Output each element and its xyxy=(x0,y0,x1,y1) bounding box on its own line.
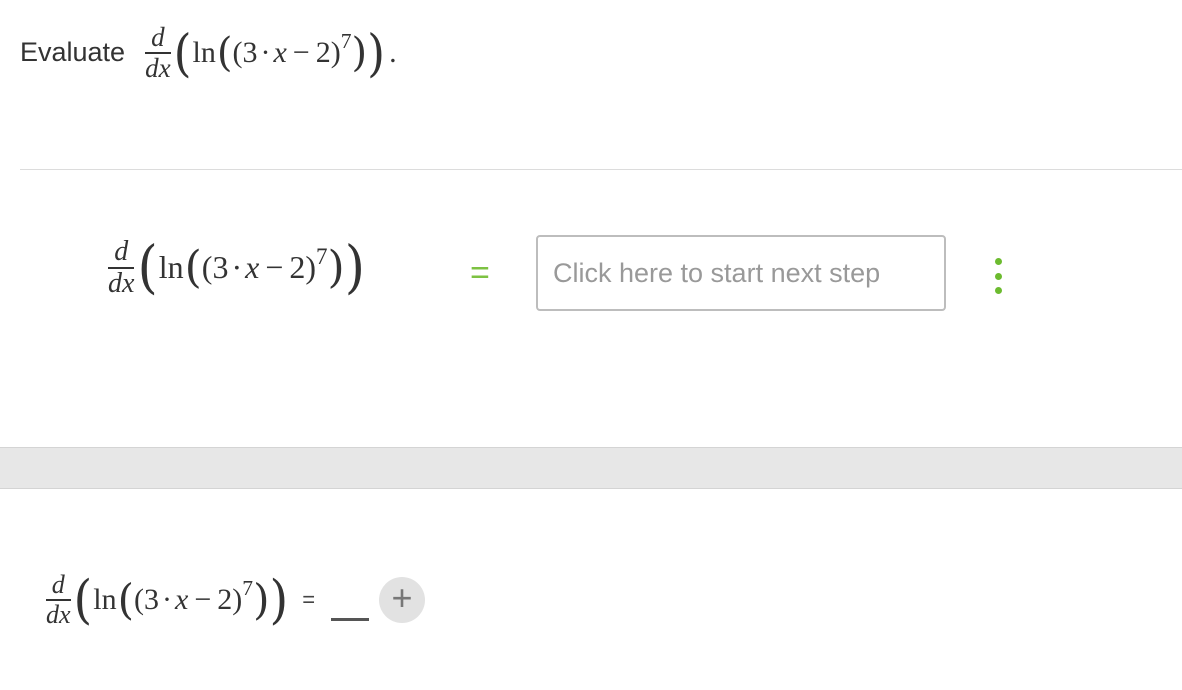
exponent: 7 xyxy=(242,576,254,601)
answer-expression: d dx ( ln ( ( 3 · x − 2 ) 7 ) ) xyxy=(46,572,288,628)
ln-paren-close: ) xyxy=(351,29,368,76)
derivative-numerator: d xyxy=(51,570,65,599)
derivative-numerator: d xyxy=(151,22,165,52)
inner-paren-close: ) xyxy=(330,35,341,69)
outer-paren-open: ( xyxy=(137,234,158,301)
ln-function: ln xyxy=(158,249,184,286)
derivative-denominator: dx xyxy=(46,599,71,629)
inner-paren-open: ( xyxy=(134,582,145,616)
exponent: 7 xyxy=(340,29,352,54)
derivative-operator: d dx xyxy=(46,572,71,628)
coefficient: 3 xyxy=(212,249,229,286)
minus-sign: − xyxy=(292,35,310,69)
ln-paren-open: ( xyxy=(216,29,233,76)
menu-dot xyxy=(994,287,1002,294)
multiply-dot: · xyxy=(260,35,271,69)
answer-blank-slot[interactable] xyxy=(331,586,370,622)
multiply-dot: · xyxy=(231,249,243,286)
minus-sign: − xyxy=(265,249,284,286)
menu-dot xyxy=(994,272,1002,280)
derivative-operator: d dx xyxy=(108,236,135,299)
plus-icon: + xyxy=(391,577,413,619)
variable-x: x xyxy=(245,249,260,286)
ln-paren-close: ) xyxy=(327,241,345,293)
outer-paren-open: ( xyxy=(73,568,93,631)
derivative-denominator: dx xyxy=(145,52,171,83)
ln-function: ln xyxy=(93,582,117,616)
step-equals-sign: = xyxy=(470,254,490,292)
multiply-dot: · xyxy=(162,582,173,616)
coefficient: 3 xyxy=(144,582,160,616)
minus-sign: − xyxy=(194,582,212,616)
constant: 2 xyxy=(315,35,331,69)
answer-row: d dx ( ln ( ( 3 · x − 2 ) 7 ) ) = + xyxy=(46,572,426,628)
derivative-denominator: dx xyxy=(108,267,135,299)
ln-function: ln xyxy=(192,35,216,69)
next-step-input[interactable]: Click here to start next step xyxy=(536,235,946,311)
menu-dot xyxy=(994,258,1002,265)
inner-paren-open: ( xyxy=(232,35,243,69)
step-row: d dx ( ln ( ( 3 · x − 2 ) 7 ) ) = Click … xyxy=(108,234,1048,314)
coefficient: 3 xyxy=(242,35,258,69)
inner-paren-close: ) xyxy=(232,582,243,616)
panel-separator-band xyxy=(0,447,1182,489)
outer-paren-close: ) xyxy=(269,568,289,631)
variable-x: x xyxy=(175,582,189,616)
inner-paren-close: ) xyxy=(305,249,317,286)
derivative-operator: d dx xyxy=(145,22,171,83)
step-expression: d dx ( ln ( ( 3 · x − 2 ) 7 ) ) xyxy=(108,238,365,298)
derivative-numerator: d xyxy=(114,236,129,267)
answer-equals-sign: = xyxy=(302,586,316,612)
variable-x: x xyxy=(273,35,287,69)
problem-statement: Evaluate d dx ( ln ( ( 3 · x − 2 ) 7 ) )… xyxy=(20,24,397,82)
problem-expression: d dx ( ln ( ( 3 · x − 2 ) 7 ) ) . xyxy=(145,24,397,82)
period: . xyxy=(389,35,397,69)
section-divider xyxy=(20,169,1182,170)
constant: 2 xyxy=(217,582,233,616)
inner-paren-open: ( xyxy=(201,249,213,286)
evaluate-label: Evaluate xyxy=(20,37,126,68)
ln-paren-open: ( xyxy=(184,241,202,293)
ln-paren-close: ) xyxy=(253,574,270,624)
vertical-ellipsis-icon[interactable] xyxy=(988,258,1008,294)
ln-paren-open: ( xyxy=(117,574,135,624)
app-root: Evaluate d dx ( ln ( ( 3 · x − 2 ) 7 ) )… xyxy=(0,0,1182,690)
constant: 2 xyxy=(289,249,306,286)
outer-paren-close: ) xyxy=(367,23,386,83)
add-term-button[interactable]: + xyxy=(379,576,426,623)
outer-paren-close: ) xyxy=(344,234,365,301)
exponent: 7 xyxy=(316,242,328,269)
outer-paren-open: ( xyxy=(173,23,192,83)
